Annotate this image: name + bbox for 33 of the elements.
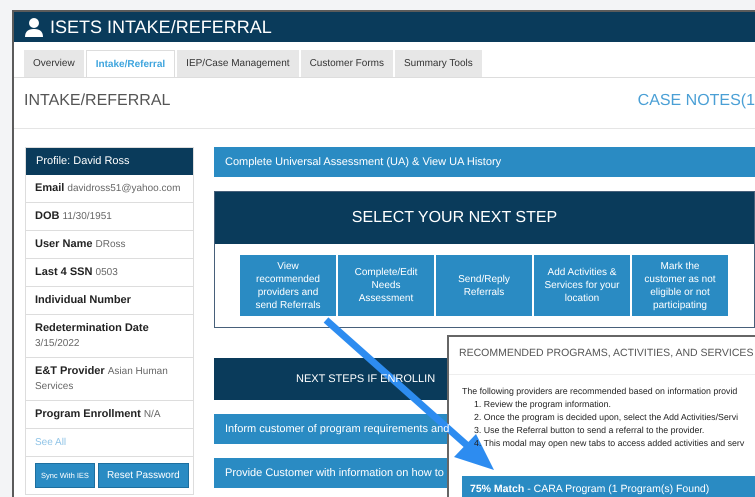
profile-button[interactable]: Reset Password (98, 463, 189, 488)
page-title: INTAKE/REFERRAL (24, 92, 170, 111)
profile-field: Individual Number (26, 287, 193, 315)
see-all-link[interactable]: See All (35, 437, 66, 448)
instruction-item: 1. Review the program information. (473, 398, 612, 411)
match-header[interactable]: 75% Match - CARA Program (1 Program(s) Found) (462, 476, 755, 497)
app-title: ISETS INTAKE/REFERRAL (50, 16, 272, 38)
profile-field: Email davidross51@yahoo.com (26, 175, 193, 203)
tab[interactable]: Summary Tools (395, 50, 482, 77)
assessment-button[interactable]: Complete Universal Assessment (UA) & View UA History (214, 147, 755, 177)
instruction-item: 3. Use the Referral button to send a referral to the provider. (473, 424, 706, 437)
instruction-item: 2. Once the program is decided upon, select the Add Activities/Servi (473, 411, 740, 424)
step-button[interactable]: Complete/Edit Needs Assessment (338, 255, 434, 316)
tab[interactable]: Intake/Referral (86, 50, 176, 77)
tab[interactable]: Overview (24, 50, 84, 77)
profile-field: DOB 11/30/1951 (26, 203, 193, 231)
tab[interactable]: IEP/Case Management (177, 50, 299, 77)
user-icon (24, 17, 44, 37)
profile-field: User Name DRoss (26, 231, 193, 259)
profile-field: Last 4 SSN 0503 (26, 259, 193, 287)
section-header: SELECT YOUR NEXT STEP (215, 192, 754, 244)
modal-title: RECOMMENDED PROGRAMS, ACTIVITIES, AND SERVICES (449, 337, 755, 375)
profile-field: Redetermination Date 3/15/2022 (26, 315, 193, 358)
profile-field: E&T Provider Asian Human Services (26, 358, 193, 401)
modal-text: The following providers are recommended based on information provid (462, 385, 738, 398)
profile-header: Profile: David Ross (26, 148, 193, 175)
tab[interactable]: Customer Forms (300, 50, 394, 77)
step-button[interactable]: Add Activities & Services for your location (534, 255, 630, 316)
step-button[interactable]: View recommended providers and send Referrals (240, 255, 336, 316)
profile-field: Program Enrollment N/A (26, 401, 193, 429)
step-button[interactable]: Mark the customer as not eligible or not participating (632, 255, 728, 316)
step-button[interactable]: Send/Reply Referrals (436, 255, 532, 316)
case-notes-link[interactable]: CASE NOTES(1 (638, 92, 755, 128)
